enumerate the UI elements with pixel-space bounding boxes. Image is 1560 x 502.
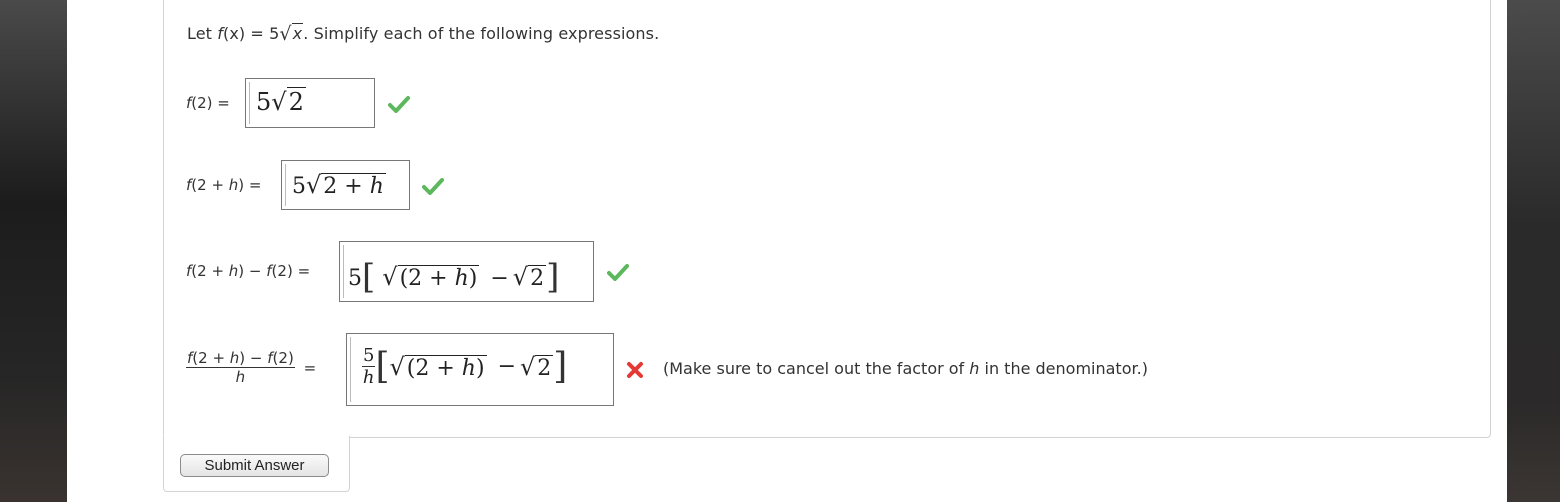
check-icon: [422, 178, 444, 195]
answer-box-difference[interactable]: 5[ √(2 + h) − √2]: [339, 241, 594, 302]
sqrt-symbol: √x: [279, 23, 304, 45]
submit-answer-button[interactable]: Submit Answer: [180, 454, 329, 477]
background-left: [0, 0, 67, 502]
label-f-of-2: f(2) =: [186, 94, 230, 112]
question-prompt: Let f(x) = 5√x. Simplify each of the fol…: [187, 23, 660, 45]
page: Let f(x) = 5√x. Simplify each of the fol…: [67, 0, 1507, 502]
x-icon: [627, 362, 643, 378]
label-f-of-2-plus-h: f(2 + h) =: [186, 176, 262, 194]
background-right: [1507, 0, 1560, 502]
check-icon: [388, 96, 410, 113]
answer-box-f-of-2[interactable]: 5√2: [245, 78, 375, 128]
feedback-text: (Make sure to cancel out the factor of h…: [663, 359, 1148, 378]
answer-box-difference-quotient[interactable]: 5 h [√(2 + h) − √2]: [346, 333, 614, 406]
answer-box-f-of-2-plus-h[interactable]: 5√2 + h: [281, 160, 410, 210]
check-icon: [607, 264, 629, 281]
label-difference-quotient: f(2 + h) − f(2) h =: [186, 349, 317, 386]
label-difference: f(2 + h) − f(2) =: [186, 262, 311, 280]
